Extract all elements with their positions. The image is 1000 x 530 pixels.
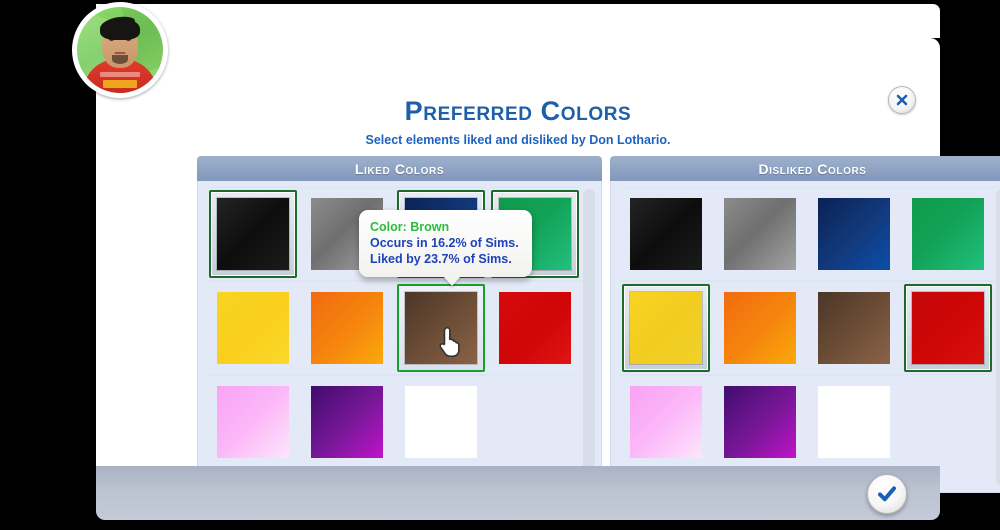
panel-header-disliked: Disliked Colors [610, 156, 1000, 181]
swatch-color [912, 292, 984, 364]
swatch-color [217, 292, 289, 364]
swatch-frame [912, 198, 984, 270]
screen: Preferred Colors Select elements liked a… [0, 0, 1000, 530]
color-swatch-liked-red[interactable] [488, 281, 582, 375]
color-swatch-disliked-red[interactable] [901, 281, 995, 375]
swatch-color [724, 292, 796, 364]
avatar-mouth [114, 52, 126, 54]
swatch-frame [311, 386, 383, 458]
swatch-color [724, 198, 796, 270]
swatch-color [311, 386, 383, 458]
swatch-color [630, 292, 702, 364]
swatch-color [630, 386, 702, 458]
swatch-frame [818, 198, 890, 270]
color-tooltip: Color: Brown Occurs in 16.2% of Sims. Li… [359, 210, 532, 286]
sim-portrait [77, 7, 163, 93]
panel-disliked: Disliked Colors [610, 156, 1000, 493]
swatch-frame [622, 284, 710, 372]
avatar-shirt-print [100, 72, 140, 77]
scrollbar-liked[interactable] [583, 189, 595, 485]
swatch-color [630, 198, 702, 270]
close-button[interactable] [888, 86, 916, 114]
swatch-frame [499, 292, 571, 364]
tooltip-liked-stat: Liked by 23.7% of Sims. [370, 252, 512, 266]
swatch-color [818, 386, 890, 458]
color-swatch-disliked-white[interactable] [807, 375, 901, 469]
header-strip [155, 4, 940, 38]
swatch-frame [217, 292, 289, 364]
color-swatch-disliked-purple[interactable] [713, 375, 807, 469]
swatch-frame [818, 386, 890, 458]
swatch-color [724, 386, 796, 458]
swatch-color [217, 198, 289, 270]
checkmark-icon [878, 486, 896, 502]
color-swatch-disliked-gray[interactable] [713, 187, 807, 281]
color-swatch-liked-orange[interactable] [300, 281, 394, 375]
swatch-color [912, 198, 984, 270]
color-swatch-liked-white[interactable] [394, 375, 488, 469]
color-swatch-disliked-brown[interactable] [807, 281, 901, 375]
color-swatch-disliked-green[interactable] [901, 187, 995, 281]
color-swatch-empty [488, 375, 582, 469]
dialog-footer [96, 466, 940, 520]
page-subtitle: Select elements liked and disliked by Do… [365, 133, 671, 147]
color-swatch-liked-pink[interactable] [206, 375, 300, 469]
panel-header-liked: Liked Colors [197, 156, 602, 181]
swatch-frame [818, 292, 890, 364]
swatch-frame [405, 386, 477, 458]
color-grid-disliked [619, 187, 995, 469]
color-swatch-liked-yellow[interactable] [206, 281, 300, 375]
color-swatch-disliked-navy[interactable] [807, 187, 901, 281]
scrollbar-disliked[interactable] [996, 189, 1000, 485]
swatch-color [499, 292, 571, 364]
swatch-color [818, 292, 890, 364]
swatch-color [405, 386, 477, 458]
swatch-frame [904, 284, 992, 372]
color-swatch-disliked-pink[interactable] [619, 375, 713, 469]
close-icon [896, 94, 908, 106]
color-swatch-disliked-yellow[interactable] [619, 281, 713, 375]
swatch-frame [217, 386, 289, 458]
swatch-frame [630, 198, 702, 270]
swatch-frame [724, 292, 796, 364]
confirm-button[interactable] [867, 474, 907, 514]
swatch-color [217, 386, 289, 458]
page-title: Preferred Colors [404, 96, 632, 126]
color-swatch-disliked-orange[interactable] [713, 281, 807, 375]
swatch-frame [724, 386, 796, 458]
tooltip-pointer [443, 276, 461, 286]
swatch-frame [724, 198, 796, 270]
avatar [72, 2, 168, 98]
tooltip-color-name: Color: Brown [370, 220, 450, 234]
panel-liked: Liked Colors [197, 156, 602, 493]
swatch-color [311, 292, 383, 364]
swatch-frame [209, 190, 297, 278]
color-swatch-liked-purple[interactable] [300, 375, 394, 469]
color-swatch-liked-brown[interactable] [394, 281, 488, 375]
panel-body-disliked [610, 181, 1000, 493]
swatch-frame [311, 292, 383, 364]
color-swatch-disliked-black[interactable] [619, 187, 713, 281]
color-swatch-empty [901, 375, 995, 469]
swatch-color [405, 292, 477, 364]
preferred-colors-dialog: Preferred Colors Select elements liked a… [96, 38, 1000, 493]
avatar-beard [112, 55, 128, 64]
swatch-color [818, 198, 890, 270]
avatar-shirt-print [103, 80, 137, 88]
color-swatch-liked-black[interactable] [206, 187, 300, 281]
tooltip-occurs-stat: Occurs in 16.2% of Sims. [370, 236, 519, 250]
swatch-frame [397, 284, 485, 372]
swatch-frame [630, 386, 702, 458]
